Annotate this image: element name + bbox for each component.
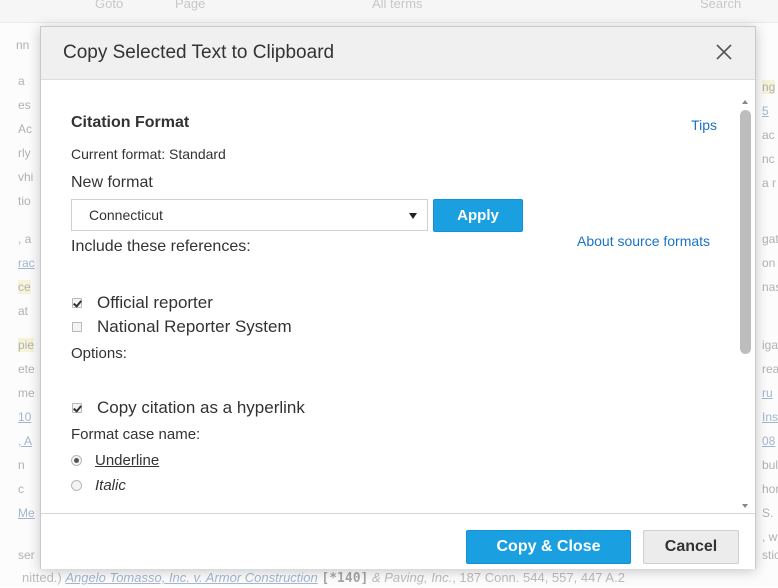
italic-option[interactable]: Italic (71, 475, 126, 495)
close-icon (716, 44, 732, 60)
format-case-name-label: Format case name: (71, 426, 201, 443)
tips-link[interactable]: Tips (691, 117, 717, 133)
official-reporter-label: Official reporter (97, 293, 213, 312)
scroll-up-arrow-icon[interactable] (742, 100, 748, 104)
dialog-header: Copy Selected Text to Clipboard (41, 27, 755, 80)
italic-label: Italic (95, 476, 126, 494)
content-scrollbar[interactable] (737, 80, 755, 512)
hyperlink-option[interactable]: Copy citation as a hyperlink (71, 398, 305, 418)
official-reporter-checkbox[interactable] (72, 298, 82, 308)
dropdown-arrow-icon (409, 213, 417, 219)
scroll-down-arrow-icon[interactable] (742, 504, 748, 508)
copy-and-close-button[interactable]: Copy & Close (466, 530, 631, 564)
close-button[interactable] (709, 37, 739, 67)
scroll-thumb[interactable] (740, 110, 751, 354)
dialog-content: Citation Format Tips Current format: Sta… (41, 80, 737, 512)
format-select-value: Connecticut (89, 207, 163, 223)
new-format-label: New format (71, 174, 153, 191)
italic-radio[interactable] (71, 479, 82, 491)
format-select[interactable]: Connecticut (71, 199, 428, 231)
hyperlink-label: Copy citation as a hyperlink (97, 398, 305, 417)
citation-format-heading: Citation Format (71, 114, 190, 131)
underline-radio[interactable] (71, 454, 82, 466)
official-reporter-option[interactable]: Official reporter (71, 293, 213, 313)
about-source-formats-link[interactable]: About source formats (577, 233, 710, 249)
national-reporter-checkbox[interactable] (72, 322, 82, 332)
dialog-title: Copy Selected Text to Clipboard (63, 42, 335, 63)
hyperlink-checkbox[interactable] (72, 403, 82, 413)
underline-option[interactable]: Underline (71, 450, 159, 470)
national-reporter-option[interactable]: National Reporter System (71, 317, 292, 337)
underline-label: Underline (95, 451, 160, 469)
cancel-button[interactable]: Cancel (643, 530, 739, 564)
current-format-text: Current format: Standard (71, 146, 226, 162)
national-reporter-label: National Reporter System (97, 317, 292, 336)
apply-button[interactable]: Apply (433, 199, 523, 232)
include-references-label: Include these references: (71, 238, 251, 255)
copy-to-clipboard-dialog: Copy Selected Text to Clipboard Citation… (40, 26, 756, 569)
dialog-footer: Copy & Close Cancel (41, 513, 755, 569)
options-label: Options: (71, 345, 127, 362)
